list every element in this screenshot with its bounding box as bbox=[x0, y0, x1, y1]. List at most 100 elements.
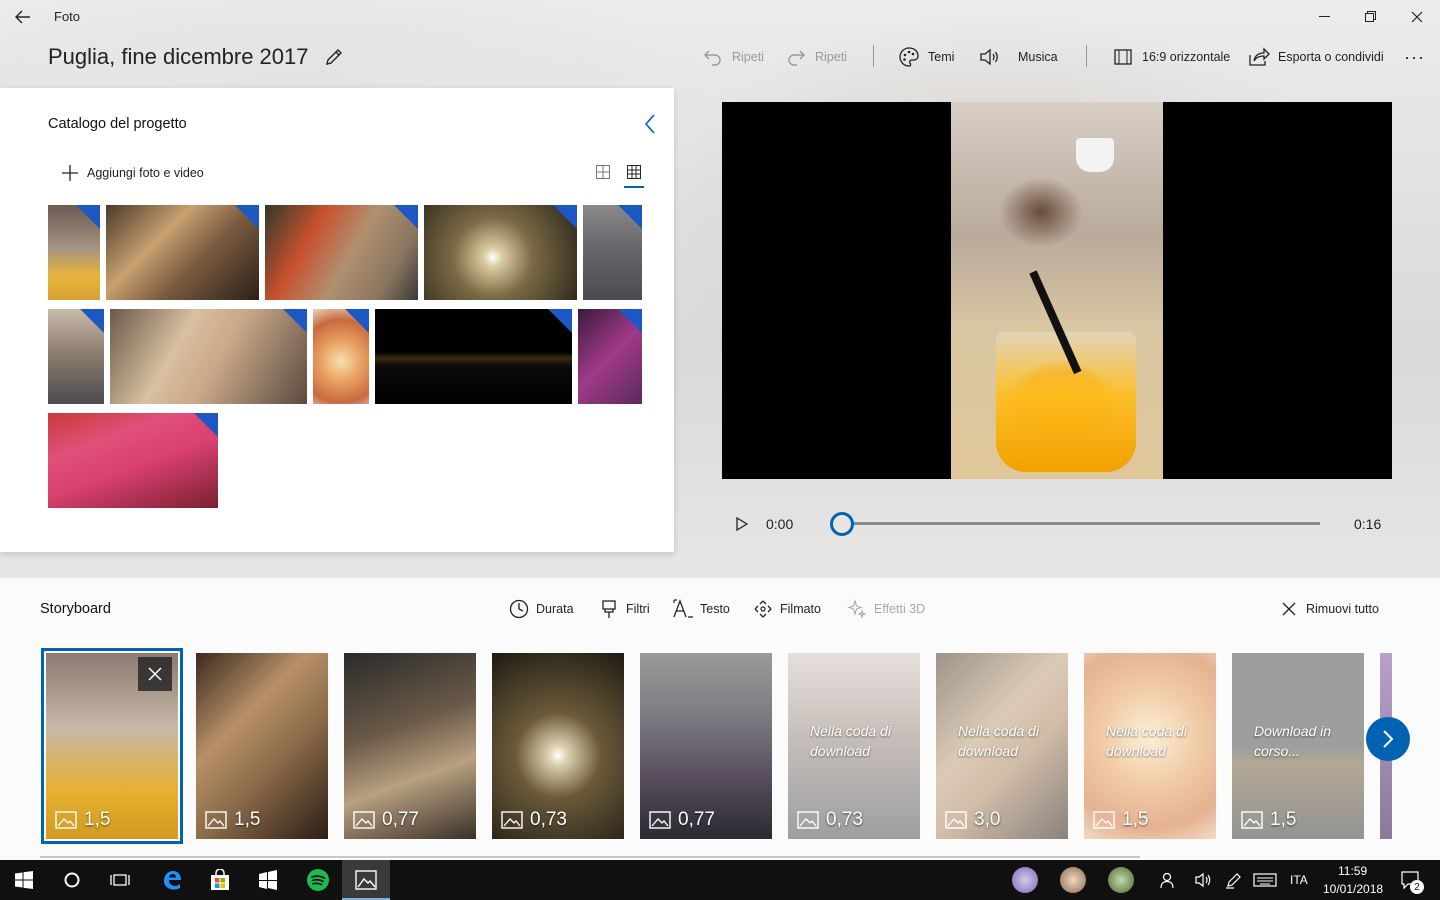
project-title[interactable]: Puglia, fine dicembre 2017 bbox=[48, 44, 309, 70]
music-button[interactable]: Musica bbox=[978, 44, 1058, 70]
export-share-button[interactable]: Esporta o condividi bbox=[1248, 44, 1384, 70]
seek-track[interactable] bbox=[842, 522, 1320, 525]
cloud-badge-icon bbox=[194, 413, 218, 437]
3d-effects-button[interactable]: Effetti 3D bbox=[846, 598, 925, 620]
storyboard-clip[interactable]: Nella coda di download 3,0 bbox=[936, 653, 1068, 839]
catalog-thumbnail[interactable] bbox=[265, 205, 418, 300]
storyboard-clip[interactable]: Nella coda di download 0,73 bbox=[788, 653, 920, 839]
video-preview[interactable] bbox=[722, 102, 1392, 479]
pen-workspace-button[interactable] bbox=[1222, 868, 1246, 892]
catalog-thumbnail[interactable] bbox=[48, 309, 104, 404]
restore-button[interactable] bbox=[1348, 0, 1394, 34]
people-button[interactable] bbox=[1156, 868, 1180, 892]
contact-avatar[interactable] bbox=[1012, 867, 1038, 893]
catalog-thumbnail[interactable] bbox=[48, 205, 100, 300]
palette-icon bbox=[898, 46, 920, 68]
close-icon bbox=[1278, 598, 1300, 620]
storyboard-scrollbar[interactable] bbox=[40, 856, 1140, 858]
storyboard-clip[interactable]: 0,73 bbox=[492, 653, 624, 839]
play-button[interactable] bbox=[730, 512, 754, 536]
scroll-next-button[interactable] bbox=[1366, 717, 1410, 761]
app-name: Foto bbox=[54, 9, 81, 24]
undo-icon bbox=[702, 46, 724, 68]
catalog-thumbnail[interactable] bbox=[106, 205, 259, 300]
volume-icon bbox=[1195, 872, 1211, 888]
spotify-icon bbox=[307, 869, 329, 891]
clip-duration: 1,5 bbox=[1092, 809, 1148, 831]
filters-button[interactable]: Filtri bbox=[598, 598, 650, 620]
storyboard-clip[interactable]: 0,77 bbox=[640, 653, 772, 839]
volume-button[interactable] bbox=[1192, 868, 1216, 892]
close-button[interactable] bbox=[1394, 0, 1440, 34]
storyboard-clip[interactable]: 0,77 bbox=[344, 653, 476, 839]
file-explorer-button[interactable] bbox=[244, 860, 292, 900]
clock-time[interactable]: 11:59 bbox=[1338, 864, 1367, 878]
contact-avatar[interactable] bbox=[1108, 867, 1134, 893]
store-bag-icon bbox=[211, 869, 229, 890]
image-icon bbox=[352, 810, 376, 830]
task-view-button[interactable] bbox=[96, 860, 144, 900]
minimize-button[interactable] bbox=[1302, 0, 1348, 34]
text-icon bbox=[672, 598, 694, 620]
text-button[interactable]: Testo bbox=[672, 598, 730, 620]
catalog-thumbnail[interactable] bbox=[48, 413, 218, 508]
catalog-thumbnail[interactable] bbox=[110, 309, 307, 404]
storyboard-clip[interactable]: Nella coda di download 1,5 bbox=[1084, 653, 1216, 839]
storyboard-panel: Storyboard Durata Filtri Testo Filmato E… bbox=[0, 578, 1440, 860]
storyboard-clip[interactable]: 1,5 bbox=[196, 653, 328, 839]
themes-label: Temi bbox=[928, 50, 955, 64]
input-language[interactable]: ITA bbox=[1290, 873, 1308, 887]
motion-button[interactable]: Filmato bbox=[752, 598, 821, 620]
spotify-button[interactable] bbox=[294, 860, 342, 900]
clip-duration-value: 3,0 bbox=[974, 809, 1001, 830]
large-grid-view-button[interactable] bbox=[591, 160, 615, 184]
touch-keyboard-button[interactable] bbox=[1252, 868, 1278, 892]
edit-title-button[interactable] bbox=[322, 44, 346, 70]
remove-all-label: Rimuovi tutto bbox=[1306, 602, 1379, 616]
aspect-ratio-label: 16:9 orizzontale bbox=[1142, 50, 1231, 64]
clock-date[interactable]: 10/01/2018 bbox=[1323, 882, 1383, 896]
remove-clip-button[interactable] bbox=[138, 657, 172, 691]
catalog-thumbnail[interactable] bbox=[424, 205, 577, 300]
action-center-button[interactable]: 2 bbox=[1398, 868, 1424, 894]
clip-duration-value: 1,5 bbox=[1270, 809, 1297, 830]
clip-duration-value: 1,5 bbox=[1122, 809, 1149, 830]
clip-duration: 1,5 bbox=[204, 809, 260, 831]
toolbar-divider bbox=[1086, 45, 1087, 67]
back-button[interactable] bbox=[8, 4, 38, 30]
undo-button[interactable]: Ripeti bbox=[702, 44, 764, 70]
play-icon bbox=[736, 517, 748, 531]
redo-icon bbox=[785, 46, 807, 68]
clip-duration: 0,77 bbox=[648, 809, 715, 831]
pen-icon bbox=[1226, 873, 1241, 889]
remove-all-button[interactable]: Rimuovi tutto bbox=[1278, 598, 1379, 620]
cortana-button[interactable] bbox=[48, 860, 96, 900]
duration-button[interactable]: Durata bbox=[508, 598, 574, 620]
plus-icon bbox=[60, 163, 80, 183]
contact-avatar[interactable] bbox=[1060, 867, 1086, 893]
clip-duration: 1,5 bbox=[54, 809, 110, 831]
photos-app-button[interactable] bbox=[342, 860, 390, 900]
aspect-ratio-button[interactable]: 16:9 orizzontale bbox=[1112, 44, 1230, 70]
catalog-thumbnail[interactable] bbox=[375, 309, 572, 404]
small-grid-view-button[interactable] bbox=[622, 160, 646, 188]
redo-button[interactable]: Ripeti bbox=[785, 44, 847, 70]
close-icon bbox=[148, 667, 162, 681]
more-options-button[interactable]: ··· bbox=[1404, 44, 1425, 70]
catalog-thumbnail[interactable] bbox=[583, 205, 642, 300]
catalog-thumbnail[interactable] bbox=[313, 309, 369, 404]
edge-browser-button[interactable] bbox=[148, 860, 196, 900]
storyboard-clip[interactable]: 1,5 bbox=[41, 648, 183, 844]
seek-handle[interactable] bbox=[830, 512, 854, 536]
cloud-badge-icon bbox=[553, 205, 577, 229]
add-photos-videos-button[interactable]: Aggiungi foto e video bbox=[60, 162, 204, 184]
catalog-thumbnail[interactable] bbox=[578, 309, 642, 404]
image-icon bbox=[648, 810, 672, 830]
storyboard-clip[interactable]: Download in corso... 1,5 bbox=[1232, 653, 1364, 839]
themes-button[interactable]: Temi bbox=[898, 44, 954, 70]
collapse-catalog-button[interactable] bbox=[638, 112, 662, 136]
clip-duration: 3,0 bbox=[944, 809, 1000, 831]
store-button[interactable] bbox=[196, 860, 244, 900]
photos-icon bbox=[355, 870, 377, 890]
start-button[interactable] bbox=[0, 860, 48, 900]
